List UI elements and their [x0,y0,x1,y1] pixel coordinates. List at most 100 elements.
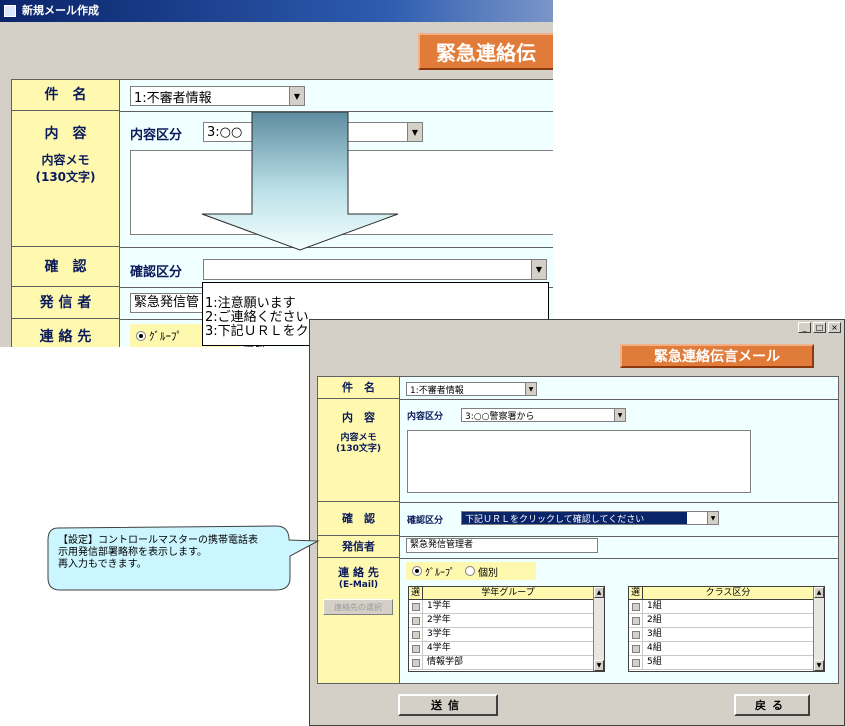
grade-group-list: 選 学年グループ 1学年 2学年 3学年 4学年 情報学部 ▲ ▼ [408,586,605,672]
class-name: 4組 [647,643,662,653]
back-button[interactable]: 戻る [734,694,810,716]
checkbox-icon[interactable] [411,630,420,639]
grade-name: 3学年 [427,629,451,639]
front-radio-individual[interactable]: 個別 [465,564,498,579]
list-item[interactable]: 5組 [629,656,813,670]
radio-unselected-icon [465,566,475,576]
checkbox-icon[interactable] [411,602,420,611]
back-label-subject: 件 名 [12,80,120,111]
grade-list-header-select: 選 [409,587,423,599]
back-label-contact: 連 絡 先 [12,319,120,347]
back-sender-input[interactable]: 緊急発信管 [130,293,210,313]
checkbox-icon[interactable] [631,630,640,639]
chevron-down-icon[interactable]: ▼ [407,123,422,141]
class-name: 5組 [647,657,662,667]
class-name: 1組 [647,601,662,611]
grade-list-scrollbar[interactable]: ▲ ▼ [593,587,604,671]
class-name: 3組 [647,629,662,639]
checkbox-icon[interactable] [631,616,640,625]
select-contacts-button[interactable]: 連絡先の選択 [323,599,393,615]
front-content-category-value: 3:○○警察署から [465,411,535,422]
front-radio-individual-label: 個別 [478,567,498,579]
class-list-header-name: クラス区分 [705,588,751,598]
front-row-divider [400,558,838,559]
front-contact-radio-strip: ｸﾞﾙｰﾌﾟ 個別 [406,562,536,580]
grade-name: 情報学部 [427,657,464,667]
list-item[interactable]: 情報学部 [409,656,593,670]
front-label-confirm: 確 認 [318,502,400,536]
back-label-content: 内 容 内容メモ (130文字) [12,111,120,247]
chevron-down-icon[interactable]: ▼ [531,260,546,279]
list-item[interactable]: 2組 [629,614,813,628]
list-item[interactable]: 3学年 [409,628,593,642]
back-window-title: 新規メール作成 [22,4,99,17]
scroll-down-icon[interactable]: ▼ [814,660,824,671]
front-content-category-combo[interactable]: 3:○○警察署から ▼ [461,408,626,422]
close-icon[interactable]: × [828,322,841,333]
back-label-content-text: 内 容 [44,126,87,142]
scroll-up-icon[interactable]: ▲ [594,587,604,598]
class-list-scrollbar[interactable]: ▲ ▼ [813,587,824,671]
class-name: 2組 [647,615,662,625]
front-sender-input[interactable]: 緊急発信管理者 [406,538,598,553]
back-label-confirm: 確 認 [12,247,120,287]
front-radio-group[interactable]: ｸﾞﾙｰﾌﾟ [412,564,455,579]
send-button[interactable]: 送信 [398,694,498,716]
back-window-titlebar[interactable]: 新規メール作成 [0,0,553,22]
front-row-divider [400,502,838,503]
back-confirm-category-combo[interactable]: ▼ [203,259,547,280]
checkbox-icon[interactable] [411,658,420,667]
app-icon [4,5,16,17]
front-memo-textarea[interactable] [407,430,751,493]
back-radio-group[interactable]: ｸﾞﾙｰﾌﾟ [136,328,182,344]
front-confirm-category-label: 確認区分 [407,516,444,526]
list-item[interactable]: 2学年 [409,614,593,628]
window-controls: _ □ × [798,322,841,333]
front-confirm-category-value: 下記ＵＲＬをクリックして確認してください [462,512,687,524]
class-list-header: 選 クラス区分 [629,587,813,600]
minimize-icon[interactable]: _ [798,322,811,333]
radio-selected-icon [136,331,146,341]
radio-selected-icon [412,566,422,576]
list-item[interactable]: 1学年 [409,600,593,614]
chevron-down-icon[interactable]: ▼ [614,409,625,421]
front-label-subject: 件 名 [318,377,400,399]
grade-name: 2学年 [427,615,451,625]
back-subject-combo[interactable]: 1:不審者情報 ▼ [130,86,305,106]
class-list-header-select: 選 [629,587,643,599]
front-content-category-label: 内容区分 [407,412,444,422]
back-subject-value: 1:不審者情報 [134,90,212,106]
back-label-memo: 内容メモ (130文字) [35,153,96,184]
scroll-up-icon[interactable]: ▲ [814,587,824,598]
back-confirm-category-label: 確認区分 [130,265,183,280]
grade-list-header-name: 学年グループ [481,588,535,598]
front-subject-combo[interactable]: 1:不審者情報 ▼ [406,382,537,396]
list-item[interactable]: 4学年 [409,642,593,656]
callout-text: 【設定】コントロールマスターの携帯電話表 示用発信部署略称を表示します。 再入力… [58,535,258,570]
checkbox-icon[interactable] [631,644,640,653]
front-confirm-category-combo[interactable]: 下記ＵＲＬをクリックして確認してください ▼ [461,511,719,525]
grade-list-header: 選 学年グループ [409,587,593,600]
checkbox-icon[interactable] [411,616,420,625]
chevron-down-icon[interactable]: ▼ [289,87,304,105]
maximize-icon[interactable]: □ [813,322,826,333]
grade-name: 4学年 [427,643,451,653]
list-item[interactable]: 3組 [629,628,813,642]
front-label-contact-sub: (E-Mail) [338,580,379,590]
list-item[interactable]: 4組 [629,642,813,656]
grade-name: 1学年 [427,601,451,611]
front-label-sender: 発信者 [318,536,400,558]
back-content-category-label: 内容区分 [130,128,183,143]
chevron-down-icon[interactable]: ▼ [525,383,536,395]
front-label-memo: 内容メモ (130文字) [335,433,381,454]
scroll-down-icon[interactable]: ▼ [594,660,604,671]
checkbox-icon[interactable] [631,658,640,667]
front-banner: 緊急連絡伝言メール [620,344,814,368]
dropdown-option[interactable]: 1:注意願います [205,297,548,311]
checkbox-icon[interactable] [411,644,420,653]
front-row-divider [400,536,838,537]
chevron-down-icon[interactable]: ▼ [707,512,718,524]
list-item[interactable]: 1組 [629,600,813,614]
back-banner: 緊急連絡伝 [418,33,553,70]
checkbox-icon[interactable] [631,602,640,611]
